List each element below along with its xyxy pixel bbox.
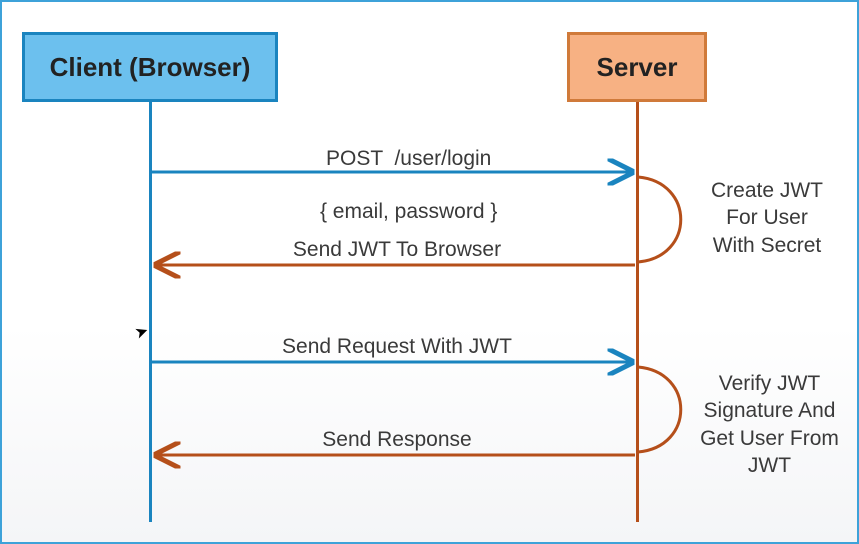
loop-create-jwt: Create JWT For User With Secret — [687, 177, 847, 259]
msg-send-response: Send Response — [307, 427, 487, 453]
msg-send-jwt: Send JWT To Browser — [282, 237, 512, 263]
server-node: Server — [567, 32, 707, 102]
client-lifeline — [149, 102, 152, 522]
msg-login: POST /user/login { email, password } — [282, 120, 512, 251]
msg-login-line2: { email, password } — [320, 200, 497, 223]
sequence-diagram: Client (Browser) Server POST /use — [0, 0, 859, 544]
loop-verify-jwt: Verify JWT Signature And Get User From J… — [682, 370, 857, 479]
msg-login-line1: POST /user/login — [326, 147, 491, 170]
server-label: Server — [597, 52, 678, 83]
client-node: Client (Browser) — [22, 32, 278, 102]
server-lifeline — [636, 102, 639, 522]
msg-request-with-jwt: Send Request With JWT — [267, 334, 527, 360]
client-label: Client (Browser) — [50, 52, 251, 83]
